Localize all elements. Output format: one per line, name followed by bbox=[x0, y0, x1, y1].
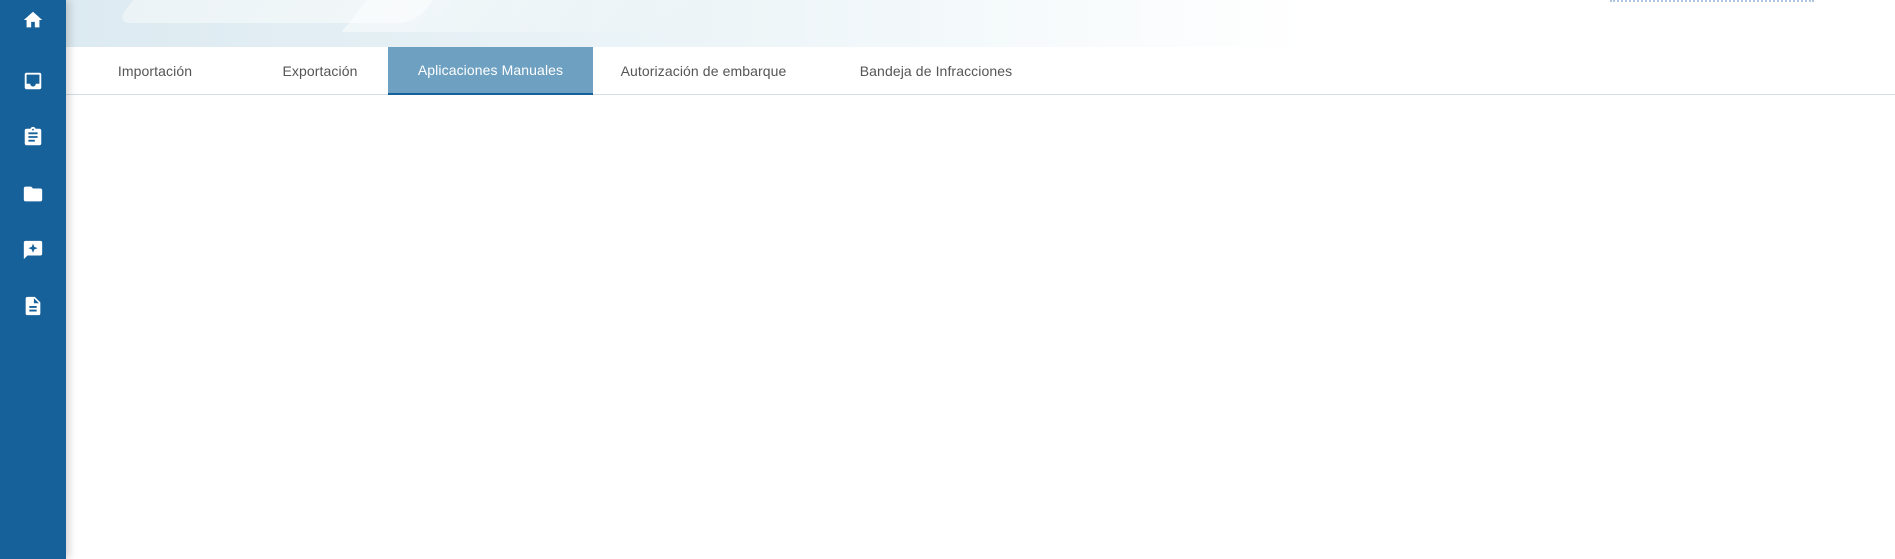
tab-autorizacion-de-embarque[interactable]: Autorización de embarque bbox=[596, 47, 811, 95]
header-banner bbox=[66, 0, 1895, 47]
home-icon[interactable] bbox=[19, 6, 47, 34]
document-icon[interactable] bbox=[19, 292, 47, 320]
main-content bbox=[66, 96, 1895, 559]
tab-bar: Importación Exportación Aplicaciones Man… bbox=[66, 47, 1895, 95]
tab-bandeja-de-infracciones[interactable]: Bandeja de Infracciones bbox=[828, 47, 1044, 95]
banner-decoration bbox=[341, 0, 751, 32]
tab-aplicaciones-manuales[interactable]: Aplicaciones Manuales bbox=[388, 47, 593, 95]
sidebar bbox=[0, 0, 66, 559]
feedback-icon[interactable] bbox=[19, 236, 47, 264]
folder-icon[interactable] bbox=[19, 180, 47, 208]
tab-exportacion[interactable]: Exportación bbox=[244, 47, 396, 95]
clipboard-icon[interactable] bbox=[19, 123, 47, 151]
tab-importacion[interactable]: Importación bbox=[86, 47, 224, 95]
inbox-icon[interactable] bbox=[19, 67, 47, 95]
header-link[interactable] bbox=[1610, 0, 1814, 2]
